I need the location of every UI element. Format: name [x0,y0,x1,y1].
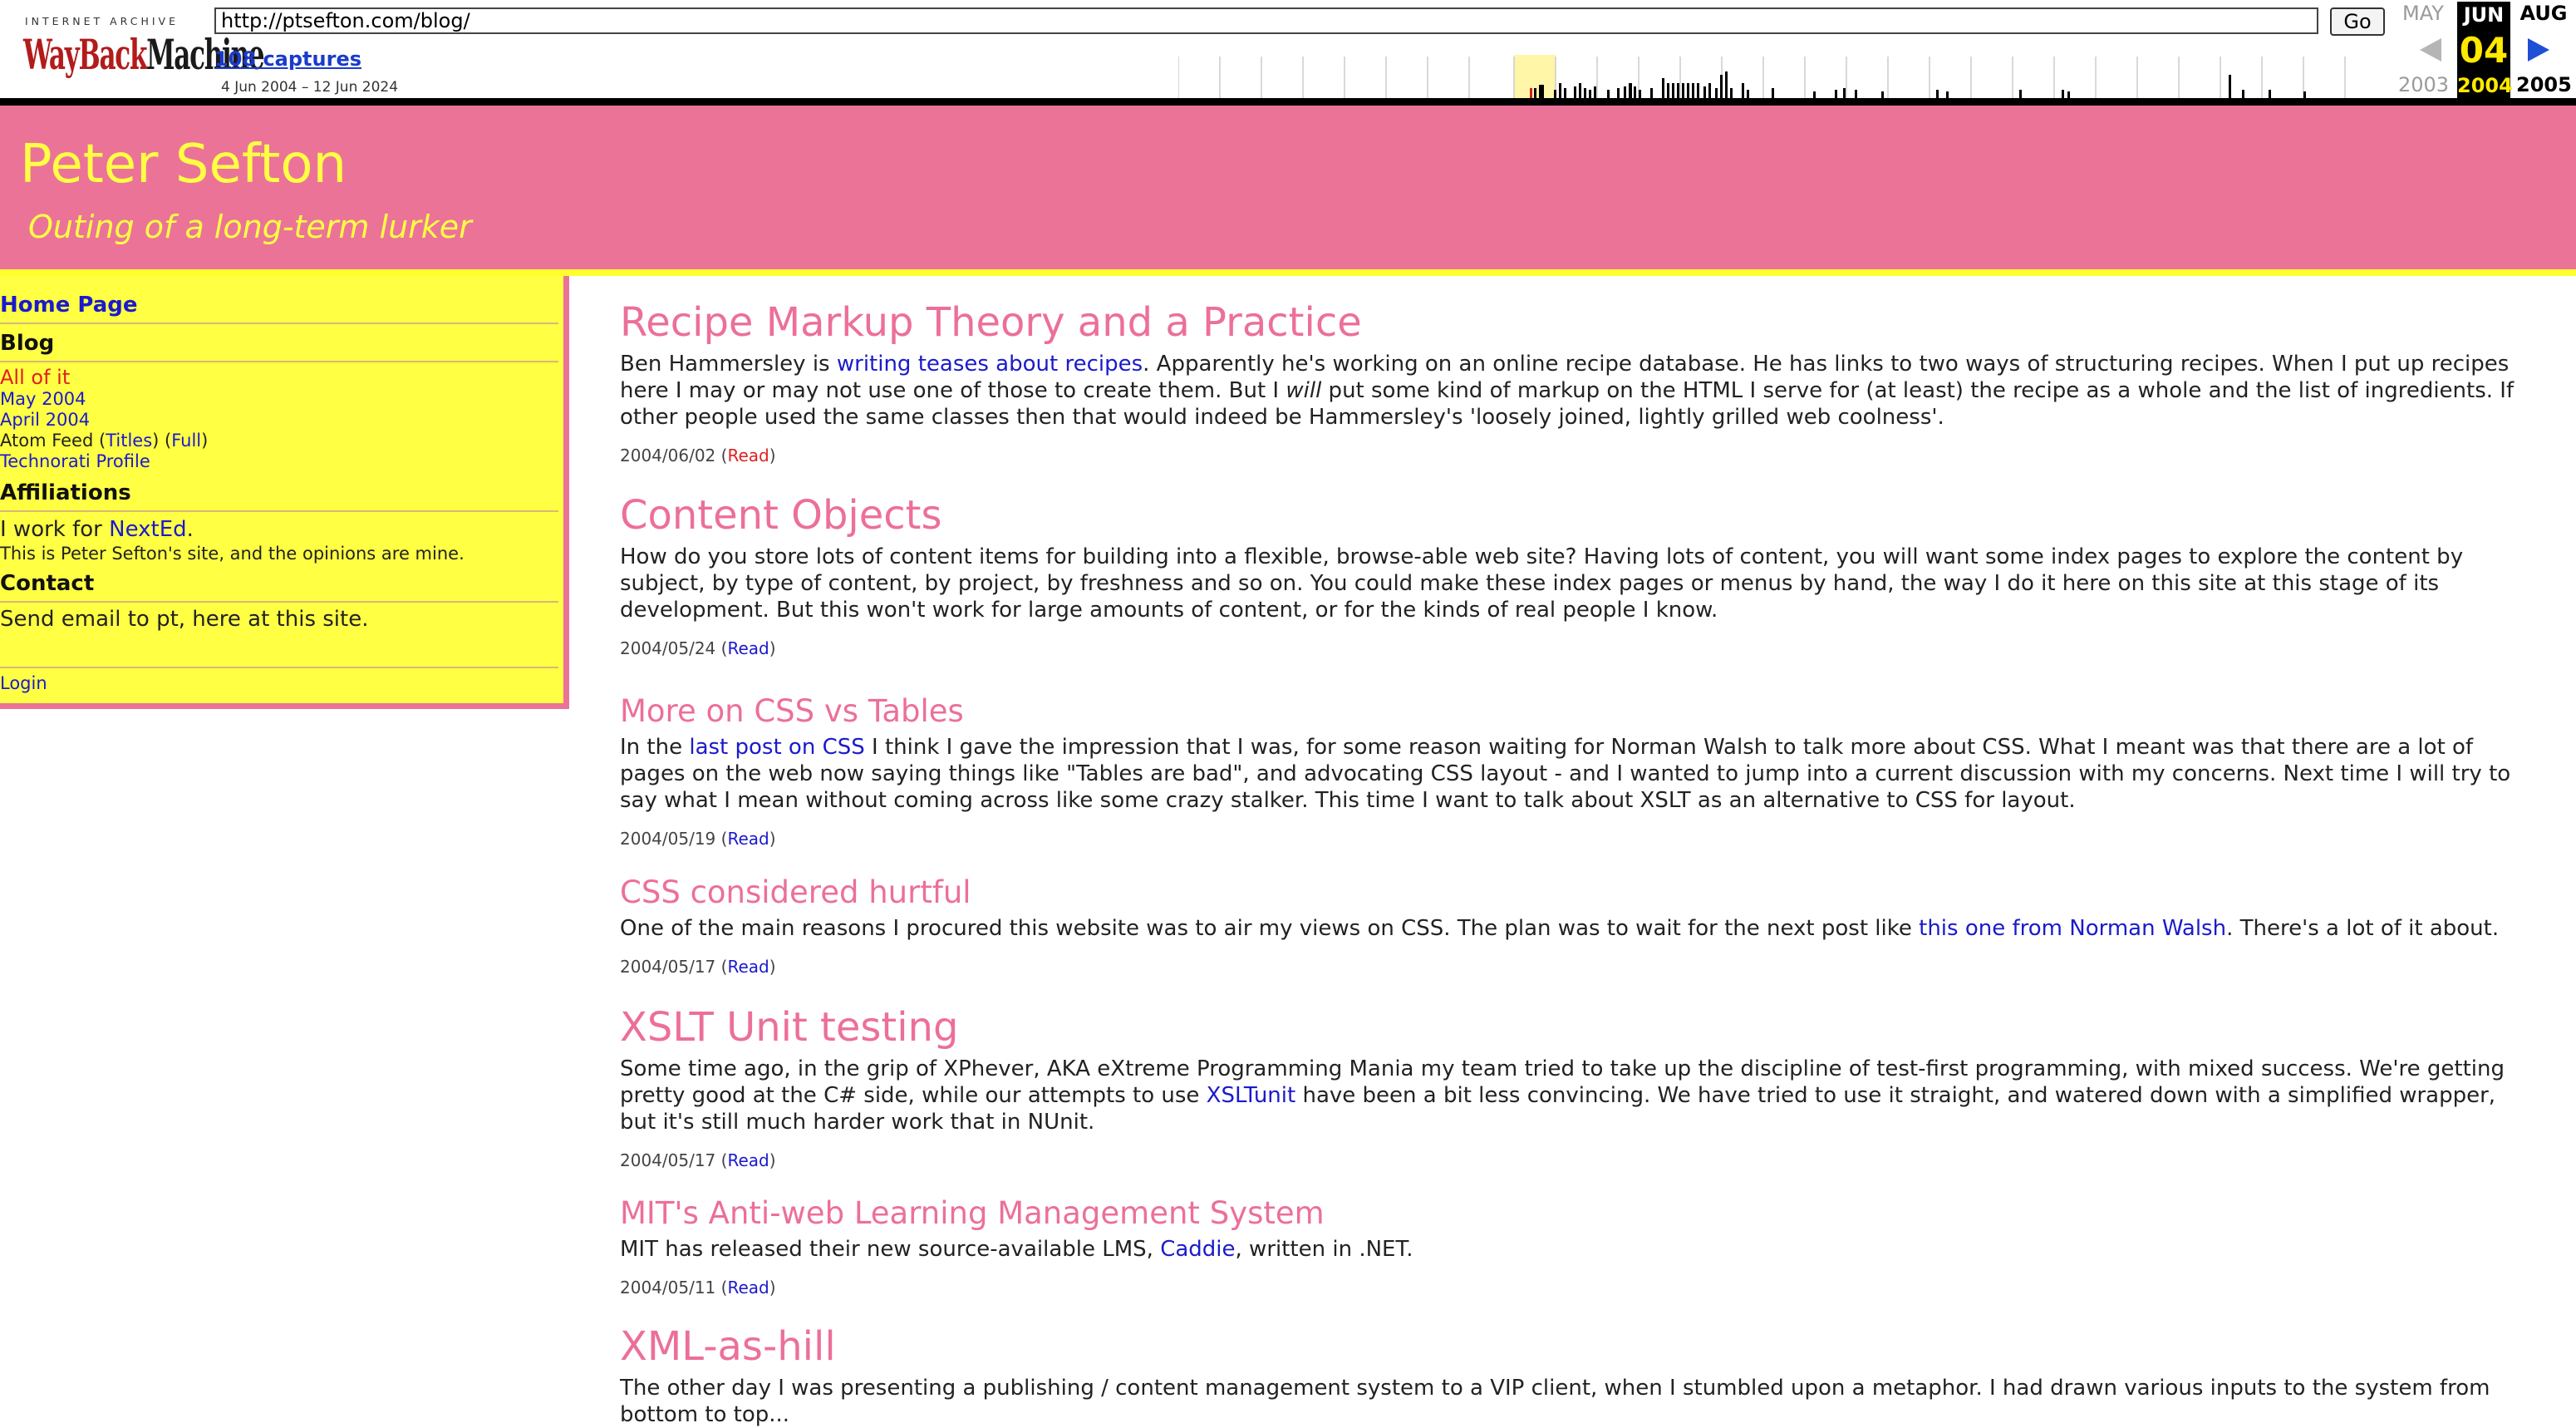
post: More on CSS vs Tables In the last post o… [620,693,2515,849]
atom-feed-full-link[interactable]: Full [171,431,201,451]
sidebar-link-technorati[interactable]: Technorati Profile [0,451,150,471]
post: XML-as-hill The other day I was presenti… [620,1323,2515,1428]
post-date-value: 2004/05/24 [620,638,716,658]
post-date: 2004/05/17 (Read) [620,957,776,977]
sidebar-heading-affiliations: Affiliations [0,480,558,512]
sparkline-year-dividers [1178,57,2346,98]
post-title: XSLT Unit testing [620,1004,959,1051]
post: Content Objects How do you store lots of… [620,492,2515,658]
sidebar-link-may-2004[interactable]: May 2004 [0,389,86,409]
work-prefix: I work for [0,517,110,542]
sidebar-link-all-of-it[interactable]: All of it [0,366,70,389]
nexted-link[interactable]: NextEd [109,517,187,542]
capture-sparkline[interactable] [1178,50,2377,98]
prev-capture-arrow-icon[interactable] [2418,33,2443,66]
current-day-label: 04 [2457,28,2510,73]
sidebar-link-april-2004[interactable]: April 2004 [0,410,90,430]
post-inline-link[interactable]: this one from Norman Walsh [1919,916,2226,941]
post: MIT's Anti-web Learning Management Syste… [620,1195,2515,1298]
post-date-value: 2004/05/17 [620,957,716,977]
post-body: In the last post on CSS I think I gave t… [620,734,2515,814]
wayback-go-button[interactable]: Go [2330,7,2385,36]
post-date: 2004/05/11 (Read) [620,1278,776,1298]
post-text: I think I gave the impression that I was… [620,735,2511,813]
post-text: In the [620,735,690,760]
current-year-label: 2004 [2457,73,2513,98]
post-read-link[interactable]: Read [727,1278,769,1298]
post-body: Ben Hammersley is writing teases about r… [620,351,2515,431]
prev-year-label[interactable]: 2003 [2398,73,2449,96]
post-date: 2004/05/24 (Read) [620,638,776,658]
post: XSLT Unit testing Some time ago, in the … [620,1004,2515,1170]
sidebar-disclaimer: This is Peter Sefton's site, and the opi… [0,544,465,564]
site-title: Peter Sefton [20,134,347,195]
post-text: One of the main reasons I procured this … [620,916,1920,941]
next-capture-arrow-icon[interactable] [2526,33,2551,66]
post-title: Content Objects [620,492,942,539]
atom-feed-label: Atom Feed ( [0,431,106,451]
sidebar-atom-feed: Atom Feed (Titles) (Full) [0,431,208,451]
post-text: MIT has released their new source-availa… [620,1237,1161,1262]
post-date: 2004/05/19 (Read) [620,829,776,849]
atom-feed-separator: ) ( [152,431,172,451]
sidebar-divider [0,667,558,668]
post-text: , written in .NET. [1235,1237,1413,1262]
current-month-label: JUN [2457,2,2510,28]
sidebar-heading-contact: Contact [0,571,558,603]
work-suffix: . [186,517,194,542]
post-read-link[interactable]: Read [727,1150,769,1170]
atom-feed-titles-link[interactable]: Titles [106,431,152,451]
post: CSS considered hurtful One of the main r… [620,874,2515,977]
next-year-label[interactable]: 2005 [2516,73,2572,96]
post-inline-link[interactable]: last post on CSS [689,735,864,760]
wordmark-wayback: WayBack [23,30,147,79]
internet-archive-label: INTERNET ARCHIVE [25,15,179,27]
post-inline-link[interactable]: XSLTunit [1207,1083,1296,1108]
post: Recipe Markup Theory and a Practice Ben … [620,299,2515,465]
sparkline-capture-bars [1530,71,2306,98]
sidebar: Home Page Blog All of it May 2004 April … [0,276,569,709]
prev-month-label[interactable]: MAY [2398,2,2448,25]
sidebar-home-link[interactable]: Home Page [0,293,138,318]
next-month-label[interactable]: AUG [2516,2,2571,25]
wayback-toolbar: INTERNET ARCHIVE WayBackMachine Go 108 c… [0,0,2576,106]
post-title: More on CSS vs Tables [620,693,964,729]
post-date-value: 2004/05/17 [620,1150,716,1170]
post-inline-link[interactable]: writing teases about recipes [837,352,1143,377]
post-read-link[interactable]: Read [727,638,769,658]
post-body: How do you store lots of content items f… [620,544,2464,623]
post-title: CSS considered hurtful [620,874,971,910]
atom-feed-close: ) [201,431,209,451]
sidebar-divider [0,323,558,324]
post-text: . There's a lot of it about. [2226,916,2500,941]
wayback-url-input[interactable] [214,7,2318,34]
post-date-value: 2004/05/11 [620,1278,716,1298]
post-date: 2004/05/17 (Read) [620,1150,776,1170]
post-title: XML-as-hill [620,1323,836,1370]
post-date-value: 2004/05/19 [620,829,716,849]
post-text: Ben Hammersley is [620,352,837,377]
site-header: Peter Sefton Outing of a long-term lurke… [0,106,2576,276]
post-emphasis: will [1286,378,1322,403]
post-title: Recipe Markup Theory and a Practice [620,299,1362,346]
site-tagline: Outing of a long-term lurker [28,209,472,245]
post-date-value: 2004/06/02 [620,446,716,465]
post-inline-link[interactable]: Caddie [1160,1237,1235,1262]
sidebar-work-text: I work for NextEd. [0,517,194,542]
captures-link[interactable]: 108 captures [214,47,361,71]
sidebar-contact-text: Send email to pt, here at this site. [0,607,369,632]
post-read-link[interactable]: Read [727,957,769,977]
post-body: The other day I was presenting a publish… [620,1376,2490,1427]
post-read-link[interactable]: Read [727,446,769,465]
capture-range-label: 4 Jun 2004 – 12 Jun 2024 [221,79,399,96]
wayback-logo[interactable]: INTERNET ARCHIVE WayBackMachine [17,13,265,80]
post-body: One of the main reasons I procured this … [620,915,2515,942]
post-date: 2004/06/02 (Read) [620,446,776,465]
sidebar-login-link[interactable]: Login [0,673,47,693]
sidebar-heading-blog: Blog [0,331,558,362]
post-body: Some time ago, in the grip of XPhever, A… [620,1056,2515,1135]
post-read-link[interactable]: Read [727,829,769,849]
post-body: MIT has released their new source-availa… [620,1236,2515,1263]
post-title: MIT's Anti-web Learning Management Syste… [620,1195,1325,1231]
